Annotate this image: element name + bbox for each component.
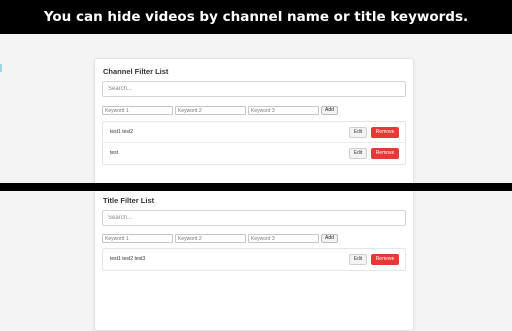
channel-search-input[interactable] xyxy=(102,81,406,97)
channel-filter-panel: Channel Filter List Add test1 test2 Edit… xyxy=(94,58,414,188)
title-keyword-1-input[interactable] xyxy=(102,234,173,243)
list-item: test Edit Remove xyxy=(103,143,405,164)
title-filter-list: test1 test2 test3 Edit Remove xyxy=(102,248,406,271)
channel-panel-title: Channel Filter List xyxy=(103,67,169,76)
title-keyword-2-input[interactable] xyxy=(175,234,246,243)
title-keyword-3-input[interactable] xyxy=(248,234,319,243)
list-item: test1 test2 Edit Remove xyxy=(103,122,405,143)
promo-banner: You can hide videos by channel name or t… xyxy=(0,0,512,34)
title-add-button[interactable]: Add xyxy=(321,234,338,243)
list-item: test1 test2 test3 Edit Remove xyxy=(103,249,405,270)
title-filter-panel: Title Filter List Add test1 test2 test3 … xyxy=(94,191,414,331)
edit-button[interactable]: Edit xyxy=(349,148,367,159)
edit-button[interactable]: Edit xyxy=(349,254,367,265)
edit-button[interactable]: Edit xyxy=(349,127,367,138)
channel-keyword-3-input[interactable] xyxy=(248,106,319,115)
channel-filter-label: test xyxy=(110,150,119,156)
channel-filter-label: test1 test2 xyxy=(110,129,134,135)
title-search-input[interactable] xyxy=(102,210,406,226)
section-divider xyxy=(0,183,512,191)
channel-keyword-1-input[interactable] xyxy=(102,106,173,115)
left-edge-marker xyxy=(0,64,2,72)
remove-button[interactable]: Remove xyxy=(371,127,399,138)
remove-button[interactable]: Remove xyxy=(371,148,399,159)
channel-filter-list: test1 test2 Edit Remove test Edit Remove xyxy=(102,121,406,165)
remove-button[interactable]: Remove xyxy=(371,254,399,265)
title-filter-label: test1 test2 test3 xyxy=(110,256,146,262)
title-panel-title: Title Filter List xyxy=(103,196,155,205)
channel-add-button[interactable]: Add xyxy=(321,106,338,115)
channel-keyword-2-input[interactable] xyxy=(175,106,246,115)
